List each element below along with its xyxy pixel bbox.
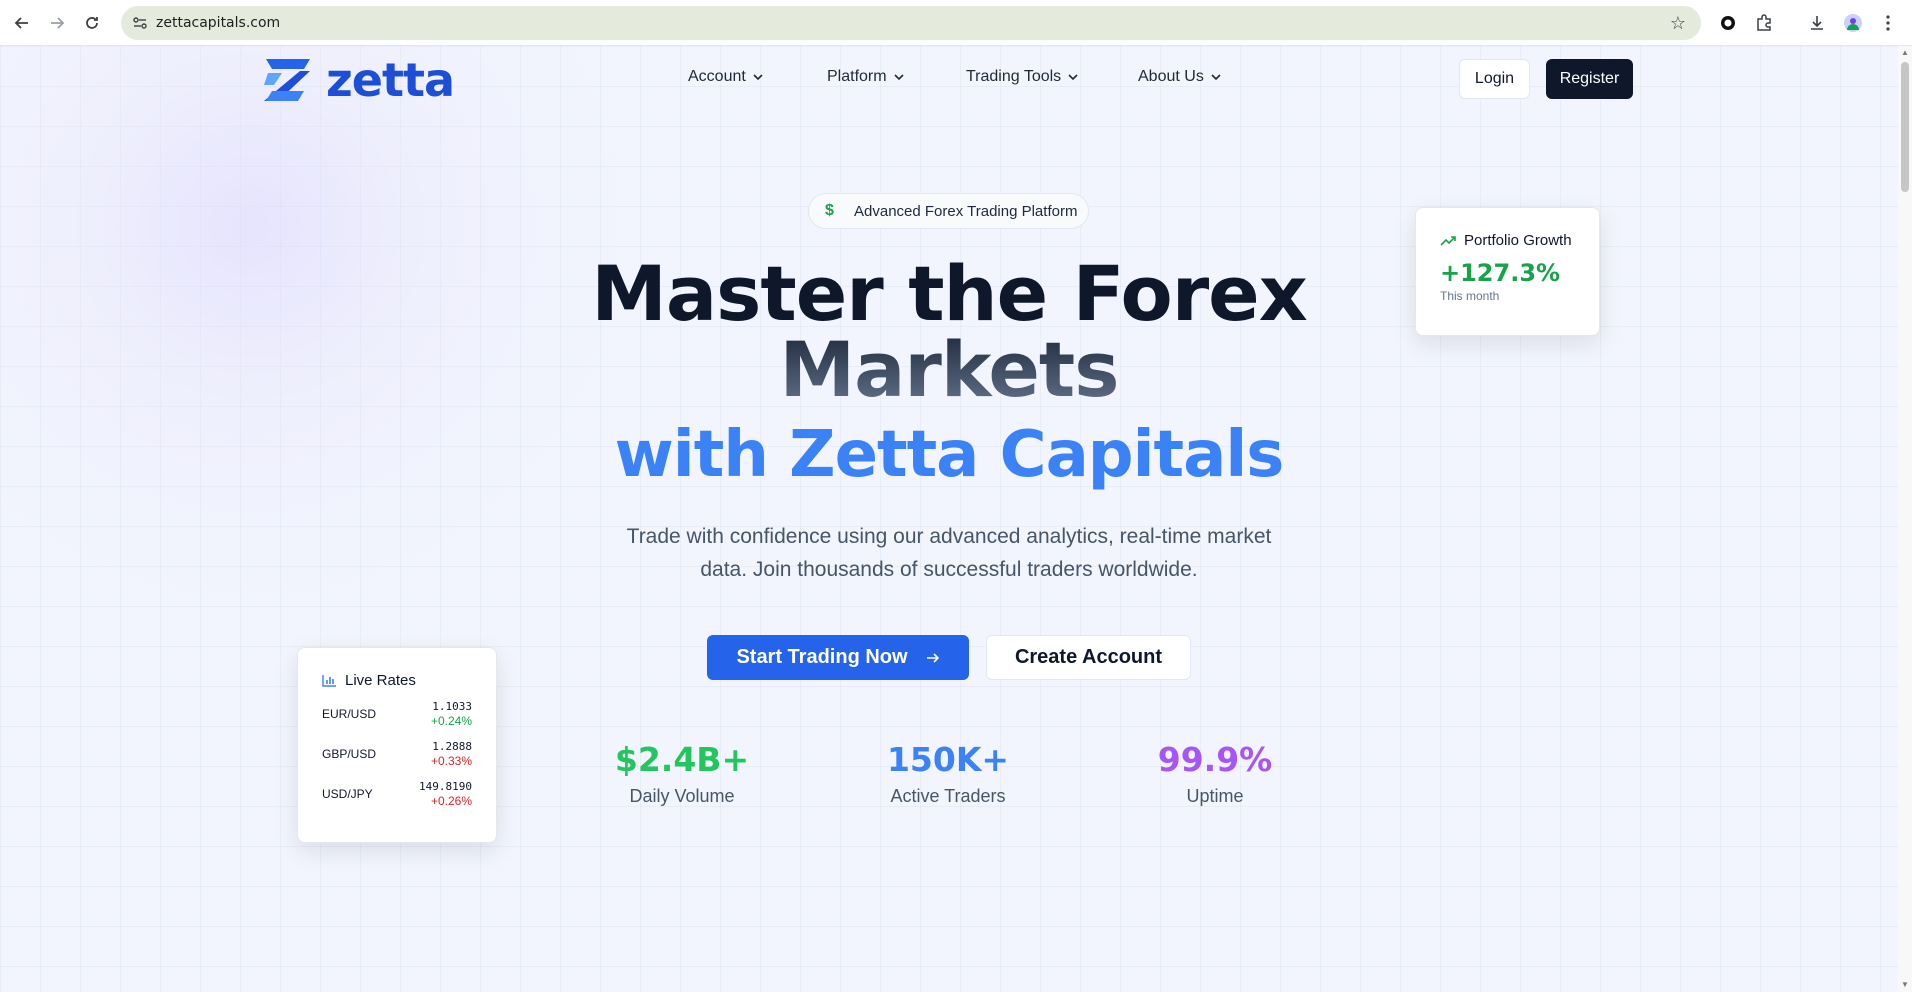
badge-text: Advanced Forex Trading Platform xyxy=(854,202,1078,220)
rate-row: GBP/USD 1.2888 +0.33% xyxy=(322,739,472,769)
address-bar[interactable]: zettacapitals.com ☆ xyxy=(121,6,1701,40)
main-nav: Account Platform Trading Tools About Us xyxy=(688,68,1222,86)
nav-platform[interactable]: Platform xyxy=(827,68,966,86)
reload-icon[interactable] xyxy=(80,11,104,35)
site-settings-icon[interactable] xyxy=(131,14,149,32)
profile-avatar-icon[interactable] xyxy=(1841,11,1865,35)
chevron-down-icon xyxy=(1211,74,1221,81)
hero-subtitle: Trade with confidence using our advanced… xyxy=(626,525,1272,581)
rate-price: 1.1033 xyxy=(432,700,472,713)
rate-pair: GBP/USD xyxy=(322,747,377,761)
stat-value: $2.4B+ xyxy=(614,740,750,779)
rate-row: USD/JPY 149.8190 +0.26% xyxy=(322,779,472,809)
rate-price: 149.8190 xyxy=(419,780,472,793)
hero-title-line3: with Zetta Capitals xyxy=(614,418,1285,492)
nav-platform-label: Platform xyxy=(827,68,887,85)
bookmark-star-icon[interactable]: ☆ xyxy=(1667,12,1689,34)
logo-mark-icon xyxy=(264,59,310,101)
trending-up-icon xyxy=(1440,235,1456,246)
rate-pair: EUR/USD xyxy=(322,707,377,721)
platform-badge: $ Advanced Forex Trading Platform xyxy=(808,193,1089,229)
stat-value: 99.9% xyxy=(1157,740,1273,779)
portfolio-growth-card: Portfolio Growth +127.3% This month xyxy=(1415,207,1600,336)
login-button[interactable]: Login xyxy=(1459,59,1530,99)
page: zetta Account Platform Trading Tools Abo… xyxy=(0,46,1898,992)
stat-value: 150K+ xyxy=(886,740,1010,779)
nav-about-us[interactable]: About Us xyxy=(1138,68,1222,86)
stat-label: Uptime xyxy=(1186,786,1244,806)
url-text[interactable]: zettacapitals.com xyxy=(156,15,280,31)
growth-value: +127.3% xyxy=(1440,259,1561,287)
scroll-down-arrow-icon[interactable]: ▼ xyxy=(1901,981,1909,989)
nav-trading-tools[interactable]: Trading Tools xyxy=(966,68,1138,86)
nav-trading-tools-label: Trading Tools xyxy=(966,68,1062,85)
menu-kebab-icon[interactable] xyxy=(1876,11,1900,35)
record-icon[interactable] xyxy=(1716,11,1740,35)
nav-account-label: Account xyxy=(688,68,746,85)
chevron-down-icon xyxy=(753,74,763,81)
chevron-down-icon xyxy=(894,74,904,81)
browser-toolbar: zettacapitals.com ☆ xyxy=(0,0,1912,46)
stat-daily-volume: $2.4B+ Daily Volume xyxy=(582,740,782,807)
create-account-button[interactable]: Create Account xyxy=(986,635,1191,680)
live-rates-card: Live Rates EUR/USD 1.1033 +0.24% GBP/USD… xyxy=(297,647,497,843)
rate-change: +0.33% xyxy=(430,754,472,768)
bar-chart-icon xyxy=(322,675,336,687)
growth-period: This month xyxy=(1440,289,1500,303)
dollar-icon: $ xyxy=(825,202,834,219)
scrollbar-thumb[interactable] xyxy=(1901,62,1909,192)
back-icon[interactable] xyxy=(10,11,34,35)
rate-price: 1.2888 xyxy=(432,740,472,753)
stat-uptime: 99.9% Uptime xyxy=(1115,740,1315,807)
register-button[interactable]: Register xyxy=(1546,59,1633,99)
scroll-up-arrow-icon[interactable]: ▲ xyxy=(1901,49,1909,57)
nav-about-us-label: About Us xyxy=(1138,68,1204,85)
chevron-down-icon xyxy=(1068,74,1078,81)
hero-title-line2: Markets xyxy=(0,330,1898,410)
arrow-right-icon xyxy=(926,652,939,663)
logo[interactable]: zetta xyxy=(264,53,455,107)
stat-active-traders: 150K+ Active Traders xyxy=(848,740,1048,807)
extensions-icon[interactable] xyxy=(1752,11,1776,35)
forward-icon[interactable] xyxy=(45,11,69,35)
rate-pair: USD/JPY xyxy=(322,787,373,801)
hero-title-line1: Master the Forex xyxy=(591,249,1308,338)
stat-label: Daily Volume xyxy=(629,786,735,806)
start-trading-button[interactable]: Start Trading Now xyxy=(707,635,969,680)
stat-label: Active Traders xyxy=(890,786,1006,806)
card-title: Portfolio Growth xyxy=(1464,232,1572,249)
rate-change: +0.24% xyxy=(430,714,472,728)
rate-change: +0.26% xyxy=(430,794,472,808)
download-icon[interactable] xyxy=(1805,11,1829,35)
start-trading-label: Start Trading Now xyxy=(736,646,908,668)
scrollbar[interactable]: ▲ ▼ xyxy=(1898,46,1912,992)
card-title: Live Rates xyxy=(345,672,416,689)
rate-row: EUR/USD 1.1033 +0.24% xyxy=(322,699,472,729)
logo-text: zetta xyxy=(326,53,455,107)
nav-account[interactable]: Account xyxy=(688,68,827,86)
